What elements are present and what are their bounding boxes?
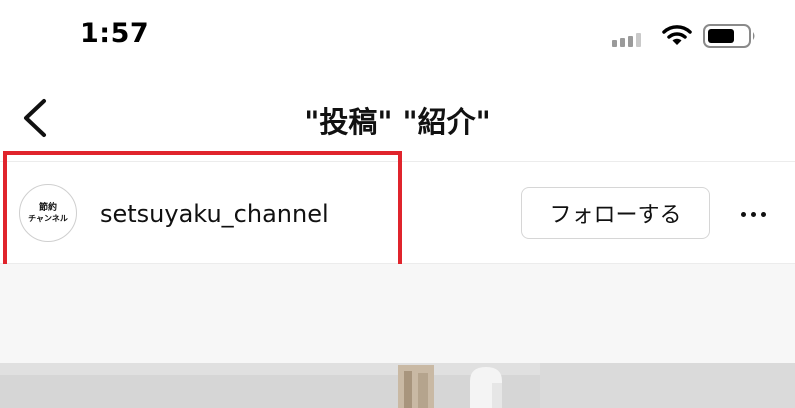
post-image[interactable] xyxy=(0,363,795,408)
post-spacer xyxy=(0,264,795,363)
avatar-text-bottom: チャンネル xyxy=(28,213,68,223)
more-horizontal-icon-dot xyxy=(760,211,766,217)
avatar[interactable]: 節約 チャンネル xyxy=(19,184,77,242)
follow-button[interactable]: フォローする xyxy=(521,187,710,239)
more-options-button[interactable] xyxy=(733,202,773,226)
nav-bar: "投稿" "紹介" xyxy=(0,75,795,161)
wifi-icon xyxy=(662,25,692,45)
post-header: 節約 チャンネル setsuyaku_channel フォローする xyxy=(0,161,795,264)
username-link[interactable]: setsuyaku_channel xyxy=(100,200,329,228)
more-horizontal-icon xyxy=(740,211,746,217)
status-time: 1:57 xyxy=(80,18,150,49)
avatar-text-top: 節約 xyxy=(38,202,57,213)
signal-icon xyxy=(612,33,641,47)
page-title: "投稿" "紹介" xyxy=(304,105,491,139)
battery-icon xyxy=(703,24,755,48)
post-image-graphic xyxy=(0,363,795,408)
status-bar: 1:57 xyxy=(0,0,795,75)
more-horizontal-icon-dot xyxy=(750,211,756,217)
